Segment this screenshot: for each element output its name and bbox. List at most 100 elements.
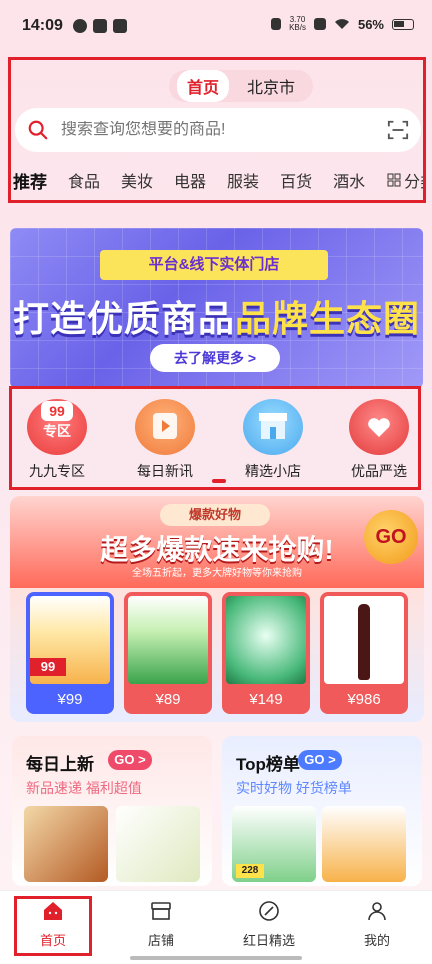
daily-new-go-button[interactable]: GO >	[108, 750, 152, 770]
status-time: 14:09	[22, 17, 63, 34]
product-price: ¥89	[155, 691, 181, 708]
banner-badge: 平台&线下实体门店	[100, 250, 328, 280]
quick-entry-daily-news[interactable]: 每日新讯	[120, 399, 210, 481]
zone-99-icon-text: 专区	[43, 423, 71, 439]
category-general[interactable]: 百货	[280, 168, 312, 192]
promo-header: 爆款好物 超多爆款速来抢购! 全场五折起，更多大牌好物等你来抢购 GO	[10, 496, 424, 588]
net-speed: 3.70 KB/s	[289, 16, 306, 32]
app-notification-icon	[72, 19, 87, 33]
tab-label: 首页	[39, 933, 66, 948]
top-ranking-card[interactable]: Top榜单 GO > 实时好物 好货榜单 228	[222, 736, 422, 886]
category-recommend[interactable]: 推荐	[13, 168, 47, 193]
shop-icon	[243, 399, 303, 455]
notification-icons	[72, 19, 127, 33]
card-title: 每日上新	[26, 755, 94, 774]
product-card[interactable]: ¥89	[124, 592, 212, 714]
tab-home[interactable]: 首页	[13, 899, 93, 949]
tab-profile[interactable]: 我的	[337, 899, 417, 949]
sim-icon	[313, 18, 326, 30]
status-right: 3.70 KB/s 56%	[271, 16, 414, 32]
search-input[interactable]	[61, 121, 387, 139]
scan-icon[interactable]	[387, 119, 409, 141]
tab-label: 我的	[363, 933, 390, 948]
product-card[interactable]: ¥149	[222, 592, 310, 714]
product-thumbnail[interactable]	[322, 806, 406, 882]
top-ranking-go-button[interactable]: GO >	[298, 750, 342, 770]
category-food[interactable]: 食品	[68, 168, 100, 192]
tab-selection[interactable]: 红日精选	[229, 899, 309, 949]
home-icon	[44, 902, 62, 920]
vibrate-icon	[271, 18, 282, 30]
play-doc-icon	[153, 413, 177, 439]
product-thumbnail[interactable]	[24, 806, 108, 882]
store-icon	[151, 902, 171, 920]
product-price: ¥99	[57, 691, 83, 708]
page-indicator	[212, 479, 226, 483]
tab-store[interactable]: 店铺	[121, 899, 201, 949]
banner-title: 打造优质商品品牌生态圈	[10, 290, 423, 342]
promo-title: 超多爆款速来抢购!	[100, 534, 334, 565]
banner-title-part2: 品牌生态圈	[235, 298, 421, 339]
wifi-icon	[334, 19, 349, 29]
banner-title-part1: 打造优质商品	[12, 298, 235, 339]
banner-learn-more-button[interactable]: 去了解更多 >	[150, 344, 280, 372]
search-icon	[28, 120, 48, 140]
hero-banner[interactable]: 平台&线下实体门店 打造优质商品品牌生态圈 去了解更多 >	[10, 228, 423, 388]
hot-deals-section[interactable]: 爆款好物 超多爆款速来抢购! 全场五折起，更多大牌好物等你来抢购 GO 99 ¥…	[10, 496, 424, 722]
category-clothing[interactable]: 服装	[227, 168, 259, 192]
zone-99-number: 99	[41, 401, 73, 421]
location-switch: 首页 北京市	[169, 70, 314, 102]
tab-label: 店铺	[147, 933, 174, 948]
category-beauty[interactable]: 美妆	[121, 168, 153, 192]
profile-icon	[368, 902, 386, 921]
card-title: Top榜单	[236, 755, 300, 774]
quick-entry-label: 精选小店	[245, 463, 301, 479]
heart-icon	[368, 418, 390, 437]
daily-new-card[interactable]: 每日上新 GO > 新品速递 福利超值	[12, 736, 212, 886]
net-speed-unit: KB/s	[289, 23, 306, 32]
grid-icon	[387, 173, 401, 187]
category-more-label: 分类	[404, 174, 423, 191]
category-electronics[interactable]: 电器	[174, 168, 206, 192]
header-section: 首页 北京市 推荐 食品 美妆 电器 服装 百货 酒水 分类	[8, 57, 426, 203]
quick-entry-selected-shops[interactable]: 精选小店	[228, 399, 318, 481]
product-thumbnail[interactable]: 228	[232, 806, 316, 882]
product-price: ¥986	[347, 691, 381, 708]
quick-entries: 99 专区 九九专区 每日新讯 精选小店 优品严选	[9, 386, 421, 490]
quick-entry-label: 优品严选	[351, 463, 407, 479]
product-image	[226, 596, 306, 684]
quick-entry-premium-picks[interactable]: 优品严选	[334, 399, 424, 481]
tab-home[interactable]: 首页	[177, 70, 230, 102]
tiktok-notification-icon	[112, 19, 127, 33]
category-more-button[interactable]: 分类	[387, 168, 423, 192]
quick-entry-99-zone[interactable]: 99 专区 九九专区	[12, 399, 102, 481]
product-image: 99	[30, 596, 110, 684]
product-price: ¥149	[249, 691, 283, 708]
tab-city[interactable]: 北京市	[237, 70, 305, 102]
product-image	[128, 596, 208, 684]
search-bar[interactable]	[15, 108, 421, 152]
product-card[interactable]: ¥986	[320, 592, 408, 714]
product-image	[324, 596, 404, 684]
storefront-icon	[259, 413, 287, 439]
product-99-label: 99	[30, 658, 66, 676]
product-thumbnail[interactable]	[116, 806, 200, 882]
promo-subtitle: 全场五折起，更多大牌好物等你来抢购	[132, 568, 302, 579]
product-card[interactable]: 99 ¥99	[26, 592, 114, 714]
status-bar: 14:09 3.70 KB/s 56%	[0, 0, 432, 52]
quick-entry-label: 九九专区	[29, 463, 85, 479]
wine-bottle-shape	[358, 604, 370, 680]
battery-icon	[392, 18, 414, 30]
promo-tag: 爆款好物	[160, 504, 270, 526]
promo-go-button[interactable]: GO	[364, 510, 418, 564]
zone-99-icon: 99 专区	[27, 399, 87, 455]
gift-icon	[349, 399, 409, 455]
selection-icon	[259, 901, 279, 921]
mail-notification-icon	[92, 19, 107, 33]
category-tabs: 推荐 食品 美妆 电器 服装 百货 酒水 分类	[11, 160, 423, 200]
news-icon	[135, 399, 195, 455]
tab-label: 红日精选	[242, 933, 295, 948]
bottom-tab-bar: 首页 店铺 红日精选 我的	[0, 890, 432, 964]
category-drinks[interactable]: 酒水	[333, 168, 365, 192]
battery-percent: 56%	[357, 16, 384, 32]
